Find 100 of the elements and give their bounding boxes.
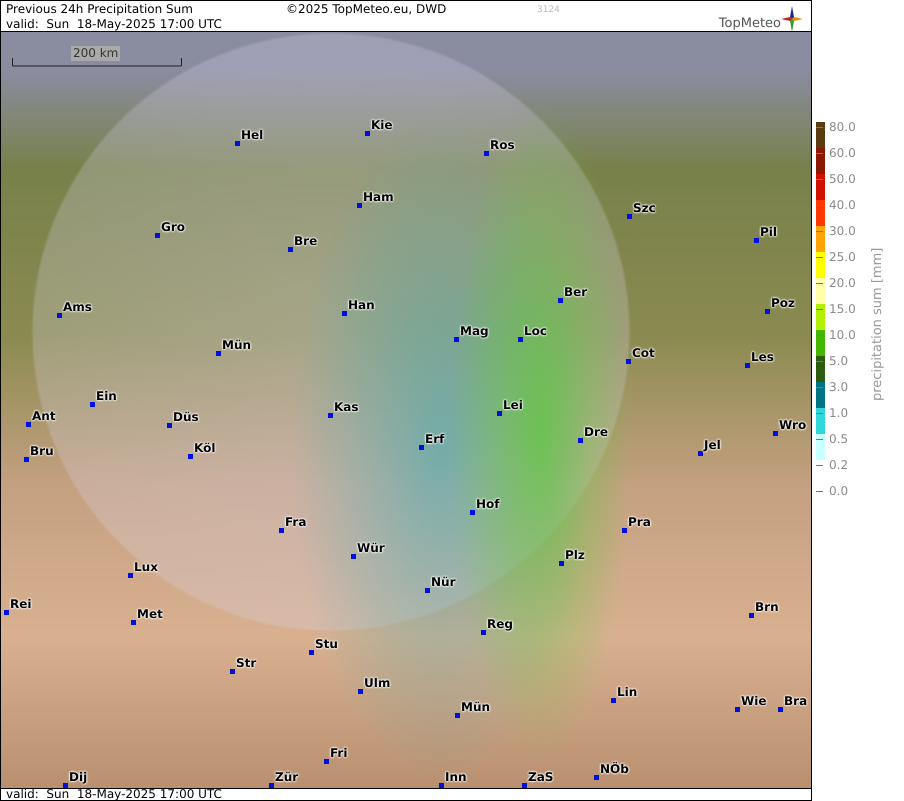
- city-label: Met: [137, 607, 163, 621]
- city-marker: [4, 610, 9, 615]
- city-label: Ulm: [364, 676, 390, 690]
- city-marker: [128, 573, 133, 578]
- city-marker: [698, 451, 703, 456]
- city-marker: [454, 337, 459, 342]
- city-marker: [155, 233, 160, 238]
- city-marker: [627, 214, 632, 219]
- legend-tick-label: 5.0: [829, 353, 848, 369]
- legend-tick-label: 1.0: [829, 405, 848, 421]
- city-marker: [90, 402, 95, 407]
- map-title: Previous 24h Precipitation Sum: [6, 2, 194, 17]
- city-label: Wro: [779, 418, 806, 432]
- city-marker: [57, 313, 62, 318]
- city-marker: [167, 423, 172, 428]
- city-marker: [351, 554, 356, 559]
- city-marker: [357, 203, 362, 208]
- city-label: Kie: [371, 118, 393, 132]
- city-label: Erf: [425, 432, 444, 446]
- city-label: Inn: [445, 770, 467, 784]
- city-label: Pil: [760, 225, 778, 239]
- city-label: Ber: [564, 285, 588, 299]
- city-label: Cot: [632, 346, 655, 360]
- city-marker: [778, 707, 783, 712]
- legend-tick-label: 50.0: [829, 171, 856, 187]
- map-counter: 3124: [537, 5, 560, 15]
- logo-text: TopMeteo: [718, 16, 781, 32]
- legend-tick-label: 0.5: [829, 431, 848, 447]
- legend-tick-label: 0.2: [829, 457, 848, 473]
- city-label: Pra: [628, 515, 651, 529]
- city-marker: [235, 141, 240, 146]
- city-label: Ams: [63, 300, 92, 314]
- city-label: Ant: [32, 409, 56, 423]
- city-label: Gro: [161, 220, 186, 234]
- legend-tick-label: 3.0: [829, 379, 848, 395]
- valid-time: valid: Sun 18-May-2025 17:00 UTC: [6, 17, 222, 32]
- city-marker: [269, 783, 274, 788]
- legend-tick-label: 25.0: [829, 249, 856, 265]
- legend-tick-label: 20.0: [829, 275, 856, 291]
- city-marker: [522, 783, 527, 788]
- city-label: Bre: [294, 234, 318, 248]
- city-label: Stu: [315, 637, 338, 651]
- city-label: Hel: [241, 128, 264, 142]
- city-marker: [342, 311, 347, 316]
- city-marker: [439, 783, 444, 788]
- city-marker: [288, 247, 293, 252]
- city-marker: [24, 457, 29, 462]
- scale-label: 200 km: [71, 46, 120, 61]
- city-label: Lux: [134, 560, 158, 574]
- legend-tick-label: 40.0: [829, 197, 856, 213]
- city-marker: [131, 620, 136, 625]
- city-label: Mün: [461, 700, 490, 714]
- city-label: Hof: [476, 497, 500, 511]
- city-marker: [611, 698, 616, 703]
- city-marker: [309, 650, 314, 655]
- city-label: Düs: [173, 410, 199, 424]
- city-marker: [358, 689, 363, 694]
- city-label: ZaS: [528, 770, 554, 784]
- compass-star-icon: [781, 6, 803, 32]
- city-label: Kas: [334, 400, 359, 414]
- legend-tick-label: 30.0: [829, 223, 856, 239]
- city-marker: [765, 309, 770, 314]
- legend-tick-label: 15.0: [829, 301, 856, 317]
- city-label: Wür: [357, 541, 385, 555]
- city-marker: [773, 431, 778, 436]
- city-marker: [470, 510, 475, 515]
- legend-tick-label: 80.0: [829, 119, 856, 135]
- city-marker: [626, 359, 631, 364]
- city-marker: [484, 151, 489, 156]
- city-label: Ros: [490, 138, 515, 152]
- city-marker: [188, 454, 193, 459]
- city-label: Ein: [96, 389, 117, 403]
- city-marker: [578, 438, 583, 443]
- legend-title: precipitation sum [mm]: [870, 246, 885, 401]
- city-label: Bra: [784, 694, 808, 708]
- city-marker: [365, 131, 370, 136]
- city-marker: [745, 363, 750, 368]
- city-label: Rei: [10, 597, 32, 611]
- city-marker: [419, 445, 424, 450]
- city-label: Reg: [487, 617, 513, 631]
- city-marker: [230, 669, 235, 674]
- city-label: Jel: [704, 438, 721, 452]
- city-marker: [558, 298, 563, 303]
- city-label: Poz: [771, 296, 796, 310]
- city-label: Str: [236, 656, 256, 670]
- city-label: Nür: [431, 575, 456, 589]
- city-label: Dre: [584, 425, 608, 439]
- city-marker: [279, 528, 284, 533]
- city-label: Lei: [503, 398, 523, 412]
- city-marker: [455, 713, 460, 718]
- city-marker: [216, 351, 221, 356]
- city-marker: [328, 413, 333, 418]
- city-marker: [26, 422, 31, 427]
- copyright-text: ©2025 TopMeteo.eu, DWD: [286, 2, 446, 17]
- city-marker: [481, 630, 486, 635]
- city-label: Les: [751, 350, 774, 364]
- city-marker: [735, 707, 740, 712]
- city-marker: [497, 411, 502, 416]
- city-label: Fri: [330, 746, 348, 760]
- city-label: Lin: [617, 685, 638, 699]
